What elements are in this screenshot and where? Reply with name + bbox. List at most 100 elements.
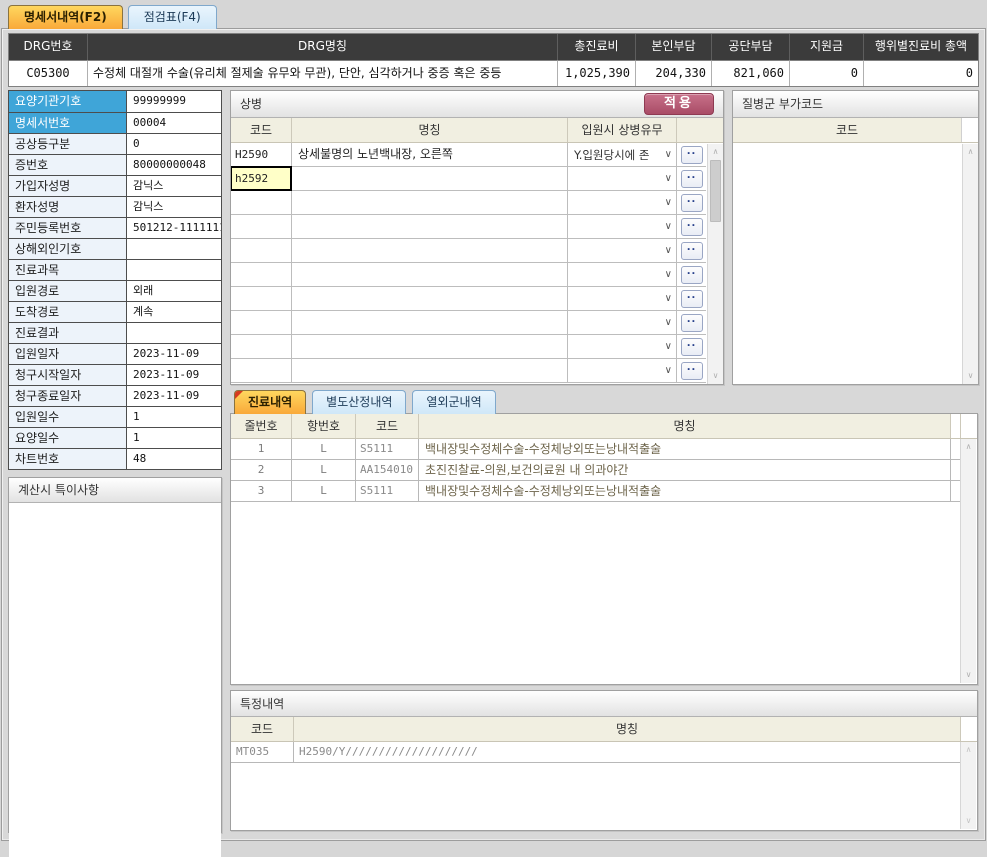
scroll-down-icon[interactable]: ∨ xyxy=(961,814,976,828)
info-value-field[interactable]: 감닉스 xyxy=(127,176,221,196)
lookup-button[interactable]: .. xyxy=(681,266,703,284)
scroll-up-icon[interactable]: ∧ xyxy=(961,743,976,757)
treatment-table-panel: 줄번호 항번호 코드 명칭 1 L S5111 백내장및수정체수술-수정체낭외또… xyxy=(230,413,978,685)
info-label: 진료과목 xyxy=(9,260,127,280)
treat-col-name: 명칭 xyxy=(418,414,950,438)
special-table-body: MT035 H2590/Y//////////////////// xyxy=(231,742,960,763)
scroll-up-icon[interactable]: ∧ xyxy=(963,145,978,159)
info-value-field[interactable]: 외래 xyxy=(127,281,221,301)
lookup-button[interactable]: .. xyxy=(681,218,703,236)
addon-table-body[interactable] xyxy=(733,143,978,385)
tab-separate-calc[interactable]: 별도산정내역 xyxy=(312,390,406,414)
disease-onset-dropdown[interactable]: ∨ xyxy=(567,239,676,262)
disease-code-cell[interactable] xyxy=(231,239,291,262)
disease-lookup-cell: .. xyxy=(676,143,706,166)
disease-onset-dropdown[interactable]: ∨ xyxy=(567,359,676,382)
tab-checklist[interactable]: 점검표(F4) xyxy=(128,5,217,29)
info-label: 도착경로 xyxy=(9,302,127,322)
disease-row: ∨ .. xyxy=(231,311,706,335)
disease-table-header: 코드 명칭 입원시 상병유무 xyxy=(231,118,723,143)
info-value-field[interactable] xyxy=(127,260,221,280)
scroll-up-icon[interactable]: ∧ xyxy=(708,145,723,159)
disease-onset-dropdown[interactable]: ∨ xyxy=(567,287,676,310)
special-col-name: 명칭 xyxy=(293,717,960,741)
disease-code-cell[interactable] xyxy=(231,215,291,238)
special-panel-title: 특정내역 xyxy=(240,691,284,717)
tab-treatment-detail[interactable]: 진료내역 xyxy=(234,390,306,414)
disease-name-cell xyxy=(291,191,567,214)
treatment-scrollbar[interactable]: ∧ ∨ xyxy=(960,439,976,683)
special-scrollbar[interactable]: ∧ ∨ xyxy=(960,742,976,829)
lookup-button[interactable]: .. xyxy=(681,314,703,332)
addon-scrollbar[interactable]: ∧ ∨ xyxy=(962,144,978,384)
disease-code-cell[interactable] xyxy=(231,359,291,382)
treatment-row[interactable]: 1 L S5111 백내장및수정체수술-수정체낭외또는낭내적출술 xyxy=(231,439,960,460)
info-label: 진료결과 xyxy=(9,323,127,343)
lookup-button[interactable]: .. xyxy=(681,146,703,164)
treatment-row[interactable]: 2 L AA154010 초진진찰료-의원,보건의료원 내 의과야간 xyxy=(231,460,960,481)
apply-button[interactable]: 적용 xyxy=(644,93,714,115)
treat-name: 백내장및수정체수술-수정체낭외또는낭내적출술 xyxy=(418,439,950,459)
lookup-button[interactable]: .. xyxy=(681,170,703,188)
scroll-up-icon[interactable]: ∧ xyxy=(961,440,976,454)
disease-code-cell[interactable] xyxy=(231,191,291,214)
info-value-field[interactable]: 2023-11-09 xyxy=(127,344,221,364)
disease-onset-dropdown[interactable]: ∨ xyxy=(567,263,676,286)
drg-value-row[interactable]: C05300 수정체 대절개 수술(유리체 절제술 유무와 무관), 단안, 심… xyxy=(9,60,978,86)
lookup-button[interactable]: .. xyxy=(681,338,703,356)
treat-line-no: 3 xyxy=(231,481,291,501)
scroll-down-icon[interactable]: ∨ xyxy=(708,369,723,383)
info-value-field[interactable]: 1 xyxy=(127,407,221,427)
lookup-button[interactable]: .. xyxy=(681,242,703,260)
disease-col-onset: 입원시 상병유무 xyxy=(567,118,676,142)
info-value-field[interactable]: 0 xyxy=(127,134,221,154)
info-value-field[interactable]: 48 xyxy=(127,449,221,469)
lookup-button[interactable]: .. xyxy=(681,362,703,380)
tab-outlier-group[interactable]: 열외군내역 xyxy=(412,390,495,414)
info-label: 입원일자 xyxy=(9,344,127,364)
disease-code-cell[interactable] xyxy=(231,263,291,286)
drg-col-self-pay: 본인부담 xyxy=(635,34,711,60)
info-value-field[interactable]: 감닉스 xyxy=(127,197,221,217)
info-value-field[interactable]: 00004 xyxy=(127,113,221,133)
disease-code-cell[interactable]: H2590 xyxy=(231,143,291,166)
disease-onset-dropdown[interactable]: Y.입원당시에 존 ∨ xyxy=(567,143,676,166)
disease-onset-dropdown[interactable]: ∨ xyxy=(567,191,676,214)
info-value-field[interactable]: 계속 xyxy=(127,302,221,322)
scroll-thumb[interactable] xyxy=(710,160,721,222)
disease-scrollbar[interactable]: ∧ ∨ xyxy=(707,144,723,384)
special-row[interactable]: MT035 H2590/Y//////////////////// xyxy=(231,742,960,763)
disease-onset-dropdown[interactable]: ∨ xyxy=(567,335,676,358)
info-value-field[interactable]: 2023-11-09 xyxy=(127,386,221,406)
lookup-button[interactable]: .. xyxy=(681,194,703,212)
addon-code-panel: 질병군 부가코드 코드 ∧ ∨ xyxy=(732,90,979,385)
scroll-down-icon[interactable]: ∨ xyxy=(961,668,976,682)
info-row: 요양일수 1 xyxy=(9,427,221,448)
disease-onset-dropdown[interactable]: ∨ xyxy=(567,167,676,190)
disease-code-cell[interactable] xyxy=(231,287,291,310)
calc-notes-body[interactable] xyxy=(9,503,221,857)
disease-code-cell[interactable] xyxy=(231,311,291,334)
tab-statement-detail[interactable]: 명세서내역(F2) xyxy=(8,5,123,29)
info-value-field[interactable]: 501212-1111111 xyxy=(127,218,221,238)
lookup-button[interactable]: .. xyxy=(681,290,703,308)
info-value-field[interactable]: 2023-11-09 xyxy=(127,365,221,385)
disease-col-code: 코드 xyxy=(231,118,291,142)
disease-onset-dropdown[interactable]: ∨ xyxy=(567,311,676,334)
info-label: 입원일수 xyxy=(9,407,127,427)
info-value-field[interactable] xyxy=(127,239,221,259)
scroll-down-icon[interactable]: ∨ xyxy=(963,369,978,383)
info-value-field[interactable]: 99999999 xyxy=(127,91,221,112)
info-label: 차트번호 xyxy=(9,449,127,469)
disease-lookup-cell: .. xyxy=(676,311,706,334)
info-value-field[interactable]: 1 xyxy=(127,428,221,448)
info-value-field[interactable]: 80000000048 xyxy=(127,155,221,175)
disease-code-cell[interactable]: h2592 xyxy=(231,167,291,190)
disease-code-cell[interactable] xyxy=(231,335,291,358)
treatment-row[interactable]: 3 L S5111 백내장및수정체수술-수정체낭외또는낭내적출술 xyxy=(231,481,960,502)
info-row: 청구종료일자 2023-11-09 xyxy=(9,385,221,406)
info-row: 차트번호 48 xyxy=(9,448,221,469)
treat-name: 백내장및수정체수술-수정체낭외또는낭내적출술 xyxy=(418,481,950,501)
disease-onset-dropdown[interactable]: ∨ xyxy=(567,215,676,238)
info-value-field[interactable] xyxy=(127,323,221,343)
